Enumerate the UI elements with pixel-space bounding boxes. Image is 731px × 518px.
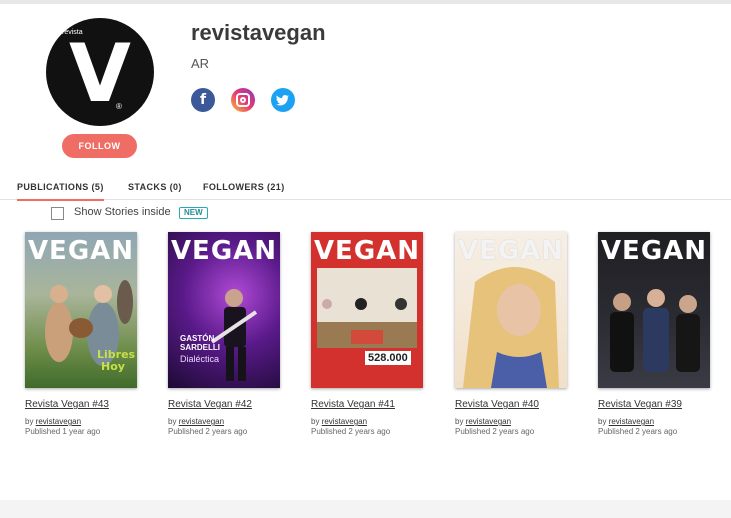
author-link[interactable]: revistavegan xyxy=(36,417,81,426)
twitter-icon[interactable] xyxy=(271,88,295,112)
publication-title[interactable]: Revista Vegan #40 xyxy=(455,399,539,410)
tab-publications[interactable]: PUBLICATIONS (5) xyxy=(17,182,104,201)
profile-tabs: PUBLICATIONS (5) STACKS (0) FOLLOWERS (2… xyxy=(0,180,731,201)
author-link[interactable]: revistavegan xyxy=(466,417,511,426)
publication-cover-42[interactable]: VEGAN GASTÓN SARDELLI Dialéctica xyxy=(168,232,280,388)
author-link[interactable]: revistavegan xyxy=(322,417,367,426)
svg-text:Hoy: Hoy xyxy=(101,360,125,373)
author-link[interactable]: revistavegan xyxy=(609,417,654,426)
publication-title[interactable]: Revista Vegan #39 xyxy=(598,399,682,410)
publication-date: Published 2 years ago xyxy=(598,427,678,436)
publication-title[interactable]: Revista Vegan #42 xyxy=(168,399,252,410)
facebook-icon[interactable]: f xyxy=(191,88,215,112)
logo-mark: ® xyxy=(116,102,122,111)
profile-avatar: revista V ® xyxy=(46,18,154,126)
cover-headline: GASTÓN SARDELLI xyxy=(180,334,220,352)
publication-cover-40[interactable]: VEGAN xyxy=(455,232,567,388)
profile-country: AR xyxy=(191,56,210,71)
publication-author-line: by revistavegan xyxy=(168,417,225,426)
tab-followers[interactable]: FOLLOWERS (21) xyxy=(203,182,285,192)
cover-number: 528.000 xyxy=(365,351,411,365)
publication-date: Published 2 years ago xyxy=(168,427,248,436)
tab-stacks[interactable]: STACKS (0) xyxy=(128,182,182,192)
publication-date: Published 2 years ago xyxy=(455,427,535,436)
publication-cover-41[interactable]: VEGAN 528.000 xyxy=(311,232,423,388)
publication-author-line: by revistavegan xyxy=(25,417,82,426)
instagram-icon[interactable] xyxy=(231,88,255,112)
page-footer xyxy=(0,500,731,518)
show-stories-checkbox[interactable] xyxy=(51,207,64,220)
publication-date: Published 2 years ago xyxy=(311,427,391,436)
follow-button[interactable]: FOLLOW xyxy=(62,134,137,158)
new-badge: NEW xyxy=(179,207,208,219)
publication-title[interactable]: Revista Vegan #43 xyxy=(25,399,109,410)
publication-author-line: by revistavegan xyxy=(311,417,368,426)
cover-subheadline: Dialéctica xyxy=(180,354,220,364)
profile-username: revistavegan xyxy=(191,20,326,45)
show-stories-label: Show Stories inside xyxy=(74,206,171,218)
publication-title[interactable]: Revista Vegan #41 xyxy=(311,399,395,410)
top-divider xyxy=(0,0,731,4)
publication-author-line: by revistavegan xyxy=(598,417,655,426)
logo-letter: V xyxy=(69,27,131,120)
publication-cover-43[interactable]: VEGAN Libres Hoy xyxy=(25,232,137,388)
author-link[interactable]: revistavegan xyxy=(179,417,224,426)
publication-cover-39[interactable]: VEGAN xyxy=(598,232,710,388)
publication-author-line: by revistavegan xyxy=(455,417,512,426)
publication-date: Published 1 year ago xyxy=(25,427,101,436)
